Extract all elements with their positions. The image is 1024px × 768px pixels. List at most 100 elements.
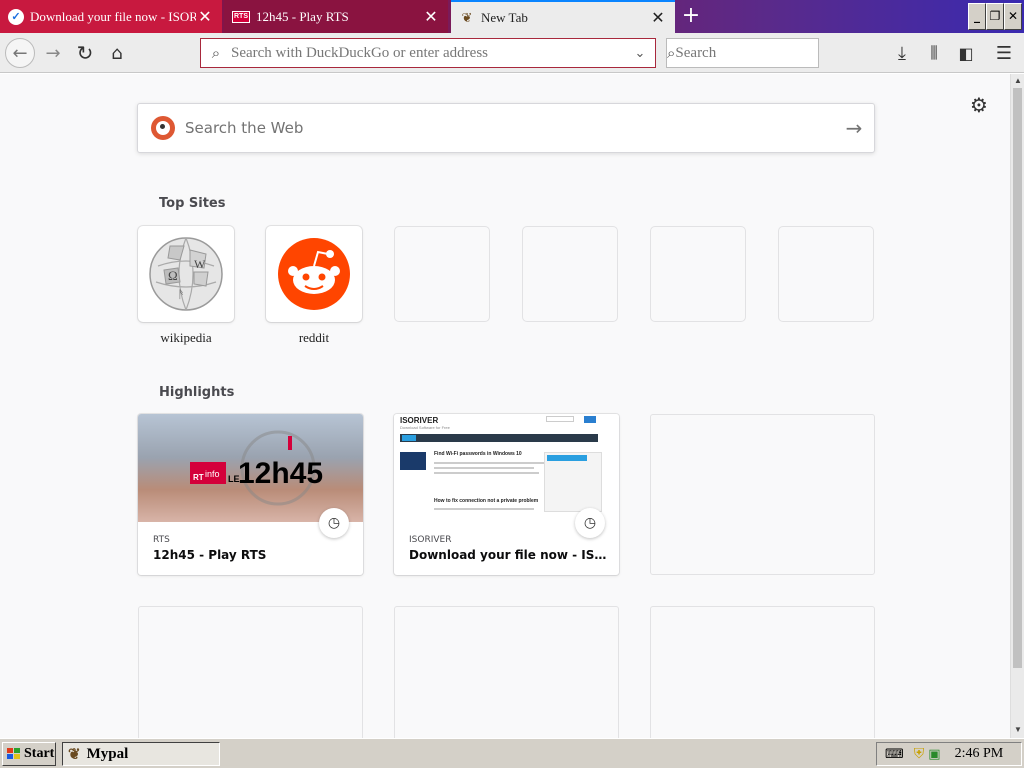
info-logo: info [205, 469, 220, 479]
web-search-box: → [137, 103, 875, 153]
taskbar-item-mypal[interactable]: ❦ Mypal [62, 742, 220, 766]
top-site-empty[interactable] [394, 226, 490, 322]
tab-title: 12h45 - Play RTS [256, 8, 349, 24]
close-icon[interactable]: ✕ [422, 7, 440, 26]
highlight-empty [650, 606, 875, 738]
thumb-brand: ISORIVER [400, 416, 439, 425]
top-site-empty[interactable] [650, 226, 746, 322]
thumb-sidebar-bar [547, 455, 587, 461]
scroll-down-icon[interactable]: ▼ [1013, 724, 1023, 736]
new-tab-button[interactable]: + [680, 4, 702, 28]
menu-icon[interactable]: ☰ [990, 39, 1018, 67]
highlight-thumbnail: ISORIVER Download Software for Free Find… [394, 414, 619, 522]
downloads-icon[interactable]: ⤓ [888, 39, 916, 67]
restore-button[interactable]: ❐ [986, 3, 1004, 30]
search-bar: ⌕ [666, 38, 860, 68]
mypal-icon: ❦ [68, 746, 81, 763]
highlight-card-rts[interactable]: RTS info LE 12h45 ◷ RTS 12h45 - Play RTS [138, 414, 363, 575]
windows-logo-icon [7, 748, 20, 759]
sidebar-icon[interactable]: ◧ [952, 39, 980, 67]
top-sites-heading: Top Sites [159, 196, 226, 211]
top-site-wikipedia[interactable]: Ω W ᚫ [138, 226, 234, 322]
thumb-search [546, 416, 574, 422]
highlight-thumbnail: RTS info LE 12h45 [138, 414, 363, 522]
mypal-icon: ❦ [461, 9, 473, 25]
clock-icon: ◷ [575, 508, 605, 538]
reddit-alien-icon [278, 238, 350, 310]
thumb-menu-active [402, 435, 416, 441]
search-icon: ⌕ [667, 44, 676, 62]
top-site-empty[interactable] [522, 226, 618, 322]
taskbar-item-label: Mypal [86, 745, 129, 762]
top-site-empty[interactable] [778, 226, 874, 322]
thumb-text-line [434, 462, 544, 464]
web-search-input[interactable] [185, 119, 834, 137]
forward-button[interactable]: → [39, 39, 67, 67]
home-button[interactable]: ⌂ [103, 39, 131, 67]
arrow-right-icon[interactable]: → [834, 116, 874, 140]
address-bar: ⌕ ⌄ [200, 38, 656, 68]
start-label: Start [24, 746, 55, 761]
close-window-button[interactable]: ✕ [1004, 3, 1022, 30]
reload-button[interactable]: ↻ [71, 39, 99, 67]
tab-rts[interactable]: RTS 12h45 - Play RTS ✕ [224, 0, 448, 33]
highlight-title: Download your file now - ISORIVER [409, 548, 609, 562]
thumb-12h45: 12h45 [238, 457, 323, 490]
library-icon[interactable]: ⫼ [920, 39, 948, 67]
gear-icon[interactable]: ⚙ [970, 93, 988, 117]
highlights-heading: Highlights [159, 385, 235, 400]
thumb-tagline: Download Software for Free [400, 425, 450, 430]
thumb-search-btn [584, 416, 596, 423]
tab-new-tab[interactable]: ❦ New Tab ✕ [451, 0, 675, 33]
taskbar: Start ❦ Mypal ⌨ ⛨ ▣ 2:46 PM [0, 738, 1024, 768]
top-site-label: wikipedia [160, 330, 212, 345]
svg-text:W: W [194, 257, 206, 271]
search-input[interactable] [675, 44, 860, 62]
search-icon: ⌕ [211, 44, 221, 62]
close-icon[interactable]: ✕ [649, 8, 667, 27]
highlight-empty [650, 414, 875, 575]
thumb-post-image [400, 452, 426, 470]
thumb-text-line [434, 467, 534, 469]
highlight-title: 12h45 - Play RTS [153, 548, 267, 562]
tab-isoriver[interactable]: ✓ Download your file now - ISORIVER ✕ [0, 0, 222, 33]
svg-text:Ω: Ω [168, 268, 178, 283]
url-input[interactable] [231, 44, 625, 62]
thumb-text-line [434, 472, 539, 474]
start-button[interactable]: Start [2, 742, 56, 766]
system-tray: ⌨ ⛨ ▣ 2:46 PM [876, 742, 1022, 766]
highlight-card-isoriver[interactable]: ISORIVER Download Software for Free Find… [394, 414, 619, 575]
tab-title: New Tab [481, 9, 528, 25]
highlight-host: ISORIVER [409, 535, 452, 545]
thumb-post-title: How to fix connection not a private prob… [434, 498, 539, 504]
chevron-down-icon[interactable]: ⌄ [625, 46, 655, 61]
scrollbar-thumb[interactable] [1013, 88, 1022, 668]
check-circle-icon: ✓ [8, 8, 24, 25]
new-tab-page: ⚙ → Top Sites Ω W ᚫ wikipedia [0, 74, 1010, 738]
keyboard-icon[interactable]: ⌨ [885, 747, 904, 762]
back-button[interactable]: ← [5, 38, 35, 68]
thumb-text-line [434, 508, 534, 510]
clock-icon: ◷ [319, 508, 349, 538]
network-icon[interactable]: ▣ [928, 747, 940, 762]
tab-strip: ✓ Download your file now - ISORIVER ✕ RT… [0, 0, 1024, 33]
close-icon[interactable]: ✕ [196, 7, 214, 26]
shield-icon[interactable]: ⛨ [914, 746, 925, 762]
highlight-empty [394, 606, 619, 738]
svg-text:ᚫ: ᚫ [178, 289, 185, 301]
thumb-post-title: Find Wi-Fi passwords in Windows 10 [434, 451, 522, 457]
wikipedia-globe-icon: Ω W ᚫ [149, 237, 223, 311]
top-site-reddit[interactable] [266, 226, 362, 322]
thumb-menubar [400, 434, 598, 442]
highlight-empty [138, 606, 363, 738]
navigation-toolbar: ← → ↻ ⌂ ⌕ ⌄ ⌕ ⤓ ⫼ ◧ ☰ [0, 33, 1024, 73]
clock-text: 2:46 PM [954, 746, 1004, 761]
vertical-scrollbar[interactable]: ▲ ▼ [1010, 74, 1024, 738]
rts-icon: RTS [232, 10, 250, 23]
scroll-up-icon[interactable]: ▲ [1013, 75, 1023, 87]
tab-title: Download your file now - ISORIVER [30, 8, 196, 24]
top-site-label: reddit [298, 330, 330, 345]
thumb-sidebar [544, 452, 602, 512]
minimize-button[interactable]: _ [968, 3, 986, 30]
duckduckgo-icon [151, 116, 175, 140]
